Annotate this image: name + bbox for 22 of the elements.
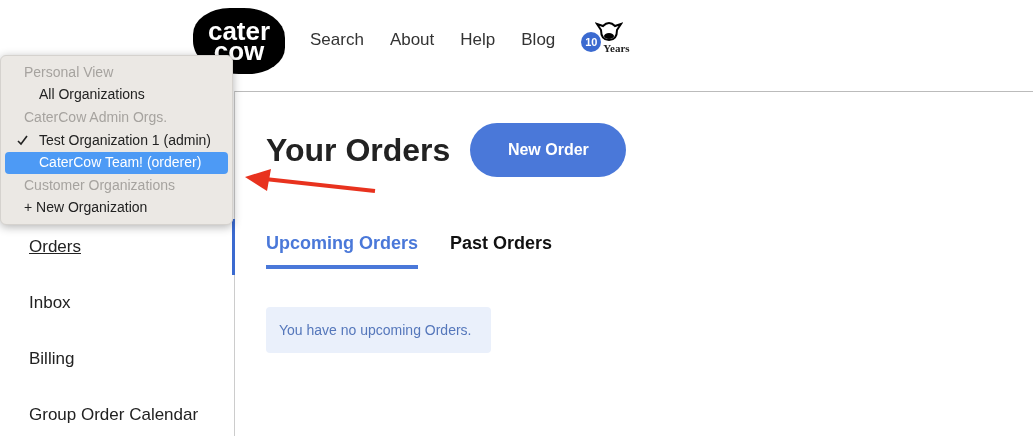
sidebar-item[interactable]: Inbox: [0, 275, 234, 331]
badge-label: Years: [603, 41, 630, 56]
menu-section-header: Customer Organizations: [23, 175, 176, 195]
badge-number: 10: [581, 32, 602, 52]
nav-link[interactable]: About: [389, 27, 435, 53]
sidebar-item[interactable]: Billing: [0, 331, 234, 387]
cow-head-icon: [595, 20, 624, 42]
menu-item[interactable]: All Organizations: [39, 83, 145, 106]
page-title: Your Orders: [266, 134, 451, 166]
menu-section-header: CaterCow Admin Orgs.: [23, 107, 169, 127]
orders-tab[interactable]: Past Orders: [450, 230, 553, 269]
arrow-icon: [245, 169, 377, 195]
nav-link[interactable]: Search: [310, 27, 364, 53]
new-order-button[interactable]: New Order: [470, 123, 627, 177]
menu-section-header: Personal View: [23, 62, 115, 82]
empty-message: You have no upcoming Orders.: [266, 307, 491, 353]
nav-link[interactable]: Blog: [521, 27, 556, 53]
menu-item[interactable]: + New Organization: [5, 196, 228, 220]
orders-tab[interactable]: Upcoming Orders: [266, 230, 419, 269]
nav-link[interactable]: Help: [460, 27, 496, 53]
sidebar-item[interactable]: Group Order Calendar: [0, 387, 234, 436]
menu-item[interactable]: Test Organization 1 (admin): [39, 129, 211, 151]
